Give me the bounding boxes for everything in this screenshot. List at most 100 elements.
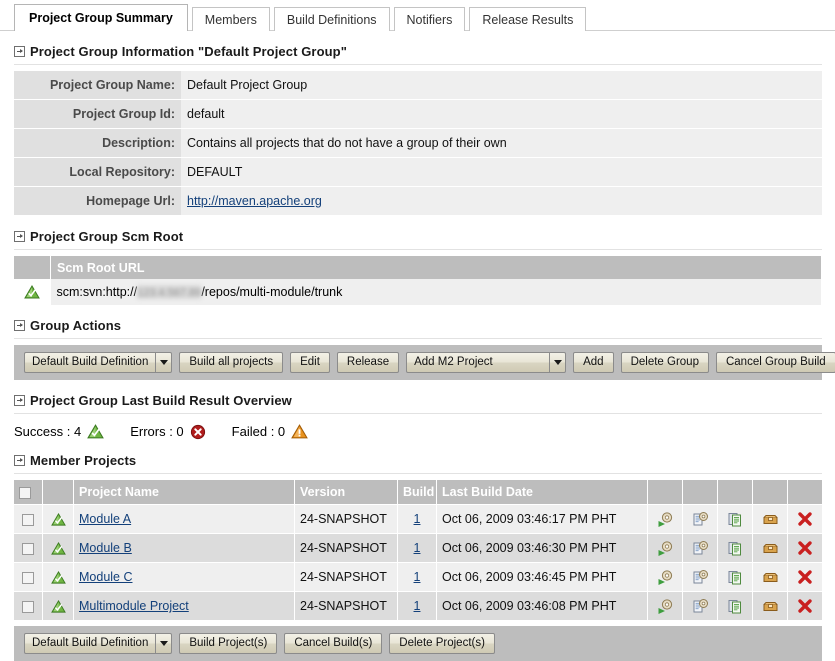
scm-url-prefix: scm:svn:http://: [57, 285, 138, 299]
delete-icon[interactable]: [797, 540, 813, 556]
release-button[interactable]: [753, 592, 788, 621]
release-button[interactable]: [753, 505, 788, 534]
build-now-button[interactable]: [648, 592, 683, 621]
build-all-projects-button[interactable]: Build all projects: [179, 352, 283, 373]
build-with-definition-button[interactable]: [683, 592, 718, 621]
section-header-group-actions[interactable]: Group Actions: [0, 318, 835, 335]
field-value-description: Contains all projects that do not have a…: [181, 129, 822, 158]
section-title: Project Group Last Build Result Overview: [30, 393, 292, 408]
release-icon[interactable]: [762, 598, 779, 615]
build-success-icon: [51, 570, 66, 585]
row-state-cell: [43, 505, 74, 534]
working-copy-button[interactable]: [718, 563, 753, 592]
tab-release-results[interactable]: Release Results: [469, 7, 586, 31]
release-icon[interactable]: [762, 511, 779, 528]
build-now-icon[interactable]: [657, 540, 674, 557]
build-now-icon[interactable]: [657, 598, 674, 615]
delete-projects-button[interactable]: Delete Project(s): [389, 633, 495, 654]
tab-build-definitions[interactable]: Build Definitions: [274, 7, 390, 31]
project-name-cell: Module B: [74, 534, 295, 563]
delete-icon[interactable]: [797, 569, 813, 585]
delete-project-button[interactable]: [788, 563, 823, 592]
section-header-project-group-scm-root[interactable]: Project Group Scm Root: [0, 229, 835, 246]
version-cell: 24-SNAPSHOT: [295, 563, 398, 592]
homepage-url-link[interactable]: http://maven.apache.org: [187, 194, 322, 208]
add-button[interactable]: Add: [573, 352, 613, 373]
release-button[interactable]: [753, 563, 788, 592]
add-project-type-select[interactable]: Add M2 Project: [406, 352, 566, 373]
edit-button[interactable]: Edit: [290, 352, 330, 373]
tab-project-group-summary[interactable]: Project Group Summary: [14, 4, 188, 31]
tab-members[interactable]: Members: [192, 7, 270, 31]
project-link[interactable]: Multimodule Project: [79, 599, 189, 613]
row-checkbox[interactable]: [22, 514, 34, 526]
cancel-builds-button[interactable]: Cancel Build(s): [284, 633, 382, 654]
release-icon[interactable]: [762, 569, 779, 586]
release-button[interactable]: Release: [337, 352, 399, 373]
release-icon[interactable]: [762, 540, 779, 557]
section-header-member-projects[interactable]: Member Projects: [0, 453, 835, 470]
build-now-icon[interactable]: [657, 569, 674, 586]
delete-icon[interactable]: [797, 511, 813, 527]
build-with-definition-button[interactable]: [683, 505, 718, 534]
row-checkbox[interactable]: [22, 543, 34, 555]
working-copy-icon[interactable]: [727, 569, 744, 586]
build-with-definition-icon[interactable]: [692, 598, 709, 615]
build-number-link[interactable]: 1: [414, 570, 421, 584]
build-now-button[interactable]: [648, 505, 683, 534]
working-copy-button[interactable]: [718, 505, 753, 534]
build-now-button[interactable]: [648, 534, 683, 563]
select-all-checkbox[interactable]: [19, 487, 31, 499]
project-link[interactable]: Module B: [79, 541, 132, 555]
project-link[interactable]: Module A: [79, 512, 131, 526]
scm-url-column-header: Scm Root URL: [51, 256, 822, 279]
cancel-group-build-button[interactable]: Cancel Group Build: [716, 352, 835, 373]
chevron-down-icon[interactable]: [155, 634, 171, 653]
build-with-definition-button[interactable]: [683, 534, 718, 563]
expand-collapse-icon[interactable]: [14, 455, 25, 466]
expand-collapse-icon[interactable]: [14, 231, 25, 242]
delete-group-button[interactable]: Delete Group: [621, 352, 709, 373]
working-copy-icon[interactable]: [727, 511, 744, 528]
table-row: Homepage Url: http://maven.apache.org: [14, 187, 822, 216]
expand-collapse-icon[interactable]: [14, 320, 25, 331]
project-link[interactable]: Module C: [79, 570, 133, 584]
tab-label: Project Group Summary: [29, 11, 173, 25]
row-checkbox[interactable]: [22, 601, 34, 613]
delete-project-button[interactable]: [788, 534, 823, 563]
build-now-button[interactable]: [648, 563, 683, 592]
row-checkbox[interactable]: [22, 572, 34, 584]
build-with-definition-icon[interactable]: [692, 511, 709, 528]
build-success-icon: [51, 512, 66, 527]
member-build-definition-select[interactable]: Default Build Definition: [24, 633, 172, 654]
build-number-link[interactable]: 1: [414, 512, 421, 526]
scm-root-table: Scm Root URL scm:svn:http://123.4.567.89…: [14, 256, 822, 305]
build-projects-button[interactable]: Build Project(s): [179, 633, 277, 654]
version-column-header: Version: [295, 480, 398, 505]
working-copy-icon[interactable]: [727, 540, 744, 557]
delete-project-button[interactable]: [788, 592, 823, 621]
table-row: Module B 24-SNAPSHOT 1 Oct 06, 2009 03:4…: [14, 534, 822, 563]
build-with-definition-icon[interactable]: [692, 569, 709, 586]
working-copy-button[interactable]: [718, 592, 753, 621]
chevron-down-icon[interactable]: [155, 353, 171, 372]
tab-notifiers[interactable]: Notifiers: [394, 7, 466, 31]
build-with-definition-button[interactable]: [683, 563, 718, 592]
release-button[interactable]: [753, 534, 788, 563]
section-header-project-group-information[interactable]: Project Group Information "Default Proje…: [0, 44, 835, 61]
working-copy-button[interactable]: [718, 534, 753, 563]
tab-label: Members: [205, 13, 257, 27]
expand-collapse-icon[interactable]: [14, 46, 25, 57]
build-now-icon[interactable]: [657, 511, 674, 528]
build-action-column-header: [648, 480, 683, 505]
chevron-down-icon[interactable]: [549, 353, 565, 372]
working-copy-icon[interactable]: [727, 598, 744, 615]
build-number-link[interactable]: 1: [414, 599, 421, 613]
group-build-definition-select[interactable]: Default Build Definition: [24, 352, 172, 373]
delete-icon[interactable]: [797, 598, 813, 614]
build-with-definition-icon[interactable]: [692, 540, 709, 557]
expand-collapse-icon[interactable]: [14, 395, 25, 406]
build-number-link[interactable]: 1: [414, 541, 421, 555]
delete-project-button[interactable]: [788, 505, 823, 534]
section-header-last-build-result-overview[interactable]: Project Group Last Build Result Overview: [0, 393, 835, 410]
